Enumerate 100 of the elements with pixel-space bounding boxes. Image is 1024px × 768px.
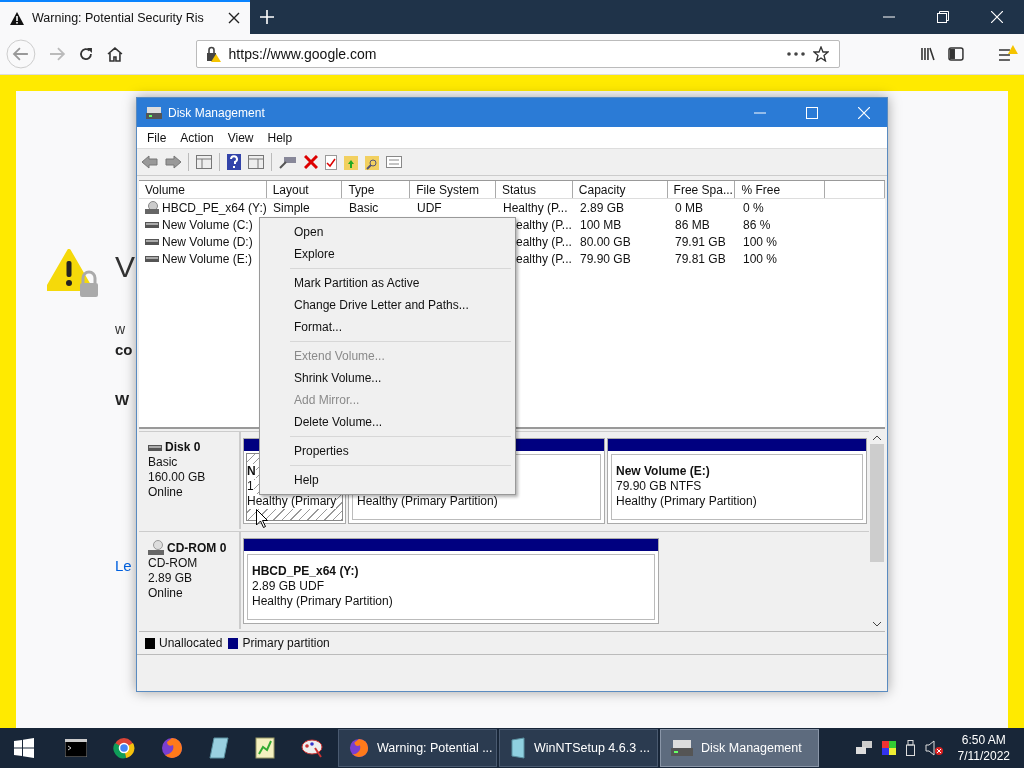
folder-search-icon[interactable] — [365, 154, 379, 170]
tab-title: Warning: Potential Security Ris — [32, 11, 205, 25]
taskbar-button[interactable]: Disk Management — [660, 729, 819, 767]
column-header[interactable]: Capacity — [572, 181, 668, 198]
terminal-icon[interactable] — [65, 739, 87, 757]
context-menu-item[interactable]: Format... — [262, 316, 513, 338]
volume-name[interactable]: HBCD_PE_x64 (Y:) — [162, 200, 267, 215]
volume-name[interactable]: New Volume (C:) — [162, 217, 253, 232]
menu-item[interactable]: Help — [260, 130, 300, 145]
panel-icon[interactable] — [196, 155, 212, 169]
windows-start-icon[interactable] — [14, 738, 34, 758]
table-cell: 100 % — [743, 251, 778, 266]
page-text: w — [115, 321, 126, 338]
restore-icon[interactable] — [937, 11, 949, 23]
menu-item[interactable]: Action — [173, 130, 221, 145]
taskbar-button[interactable]: WinNTSetup 4.6.3 ... — [499, 729, 658, 767]
notepad-icon[interactable] — [209, 737, 229, 759]
menu-icon[interactable] — [998, 45, 1018, 63]
chart-document-icon[interactable] — [255, 737, 275, 759]
table-cell: ealthy (P... — [516, 217, 572, 232]
star-icon[interactable] — [813, 46, 830, 62]
menu-item[interactable]: File — [140, 130, 174, 145]
help-icon[interactable] — [227, 154, 241, 170]
library-icon[interactable] — [920, 46, 937, 62]
partition-block[interactable]: HBCD_PE_x64 (Y:) 2.89 GB UDF Healthy (Primary Partition) — [243, 538, 659, 624]
disk-label-panel[interactable]: CD-ROM 0 CD-ROM 2.89 GB Online — [139, 532, 241, 629]
table-cell: Simple — [273, 200, 310, 215]
network-icon[interactable] — [855, 741, 872, 755]
column-header[interactable]: Volume — [139, 181, 267, 198]
clock-time[interactable]: 6:50 AM — [961, 732, 1006, 748]
fox-browser-icon — [349, 738, 369, 758]
partition-block[interactable]: New Volume (E:) 79.90 GB NTFS Healthy (Primary Partition) — [607, 438, 867, 524]
column-header[interactable]: Layout — [266, 181, 343, 198]
context-menu-item[interactable]: Shrink Volume... — [262, 367, 513, 389]
drive-icon — [145, 221, 159, 228]
sidebar-icon[interactable] — [948, 47, 965, 61]
disk-size: 160.00 GB — [148, 470, 207, 485]
panel-icon[interactable] — [248, 155, 264, 169]
fox-browser-icon[interactable] — [161, 737, 183, 759]
context-menu-item[interactable]: Help — [262, 469, 513, 491]
disk-label-panel[interactable]: Disk 0 Basic 160.00 GB Online — [139, 432, 241, 529]
partition-size: 2.89 GB UDF — [252, 579, 326, 594]
home-icon[interactable] — [105, 46, 124, 62]
partition-size: 1 — [247, 479, 254, 494]
column-header[interactable]: Free Spa... — [667, 181, 736, 198]
setup-icon — [510, 737, 526, 759]
column-header[interactable]: File System — [410, 181, 497, 198]
clock-date[interactable]: 7/11/2022 — [957, 748, 1010, 764]
legend-label: Unallocated — [159, 636, 223, 650]
legend-label: Primary partition — [242, 636, 330, 650]
reload-icon[interactable] — [77, 46, 94, 62]
checked-document-icon[interactable] — [325, 154, 337, 170]
maximize-icon[interactable] — [806, 106, 818, 119]
folder-up-icon[interactable] — [344, 154, 358, 170]
partition-name: N — [247, 464, 256, 479]
cd-drive-icon — [145, 200, 159, 215]
browser-tab[interactable]: Warning: Potential Security Ris — [0, 0, 250, 34]
usb-drive-icon[interactable] — [905, 740, 915, 756]
more-icon[interactable] — [787, 52, 806, 56]
page-heading: V — [115, 249, 135, 285]
browser-icon[interactable] — [113, 737, 135, 759]
disk-management-icon — [671, 739, 693, 757]
column-header[interactable]: Type — [342, 181, 411, 198]
context-menu-item[interactable]: Change Drive Letter and Paths... — [262, 294, 513, 316]
paint-palette-icon[interactable] — [301, 738, 323, 758]
column-header[interactable]: % Free — [735, 181, 826, 198]
partition-name: HBCD_PE_x64 (Y:) — [252, 564, 360, 579]
partition-status: Healthy (Primary Partition) — [357, 494, 499, 509]
column-header[interactable]: Status — [496, 181, 573, 198]
speaker-muted-icon[interactable] — [924, 740, 943, 756]
taskbar-button[interactable]: Warning: Potential ... — [338, 729, 497, 767]
table-cell: UDF — [417, 200, 442, 215]
lock-warning-icon — [204, 46, 221, 62]
table-cell: ealthy (P... — [516, 234, 572, 249]
context-menu-item[interactable]: Delete Volume... — [262, 411, 513, 433]
address-field[interactable]: https://www.google.com — [195, 40, 841, 68]
context-menu-item[interactable]: Open — [262, 221, 513, 243]
context-menu-item[interactable]: Properties — [262, 440, 513, 462]
table-cell: 0 % — [743, 200, 764, 215]
forward-icon[interactable] — [165, 155, 181, 169]
delete-icon[interactable] — [304, 155, 318, 169]
cd-drive-icon — [148, 540, 164, 556]
volume-name[interactable]: New Volume (E:) — [162, 251, 253, 266]
context-menu-item[interactable]: Explore — [262, 243, 513, 265]
drive-icon — [148, 444, 162, 451]
context-menu-item[interactable]: Mark Partition as Active — [262, 272, 513, 294]
close-icon[interactable] — [228, 12, 240, 24]
volume-name[interactable]: New Volume (D:) — [162, 234, 253, 249]
back-icon[interactable] — [142, 155, 158, 169]
table-cell: 80.00 GB — [580, 234, 631, 249]
plus-icon[interactable] — [260, 10, 274, 24]
disk-name: Disk 0 — [165, 440, 201, 455]
back-icon[interactable] — [6, 39, 36, 69]
color-grid-icon[interactable] — [881, 741, 896, 755]
page-text: co — [115, 340, 133, 359]
list-icon[interactable] — [386, 156, 402, 168]
drive-connect-icon[interactable] — [279, 155, 297, 169]
table-cell: 79.91 GB — [675, 234, 726, 249]
menu-item[interactable]: View — [220, 130, 261, 145]
page-link[interactable]: Le — [115, 556, 132, 575]
